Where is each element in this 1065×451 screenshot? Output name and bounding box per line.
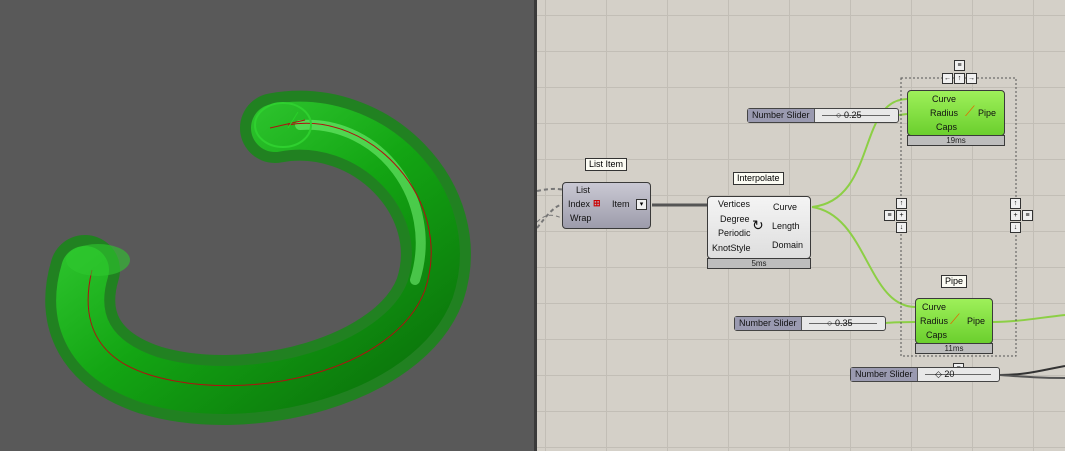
pipe-bottom-icon: ⟋ <box>950 311 960 327</box>
list-item-tag: List Item <box>585 158 628 171</box>
list-item-component[interactable]: List Index Wrap ⊞ Item ▾ <box>562 182 651 229</box>
pipe-top-component[interactable]: Curve Radius Caps ⟋ Pipe 19ms <box>907 90 1005 146</box>
pipe-top-right-arrow-icon[interactable]: → <box>966 73 977 84</box>
pipe-render <box>45 90 471 425</box>
interpolate-component[interactable]: Vertices Degree Periodic KnotStyle ↻ Cur… <box>707 196 811 269</box>
pipe-top-timing: 19ms <box>907 135 1005 146</box>
grasshopper-canvas[interactable]: List Item List Index Wrap ⊞ Item ▾ Inter… <box>537 0 1065 451</box>
list-item-menu-icon[interactable]: ▾ <box>636 199 647 210</box>
number-slider-radius-top[interactable]: Number Slider ○ 0.25 <box>747 108 899 123</box>
rhino-viewport[interactable] <box>0 0 534 451</box>
pipe-top-input-radius[interactable]: Radius <box>930 108 958 118</box>
inner-pipe <box>56 101 460 414</box>
pipe-bottom-input-caps[interactable]: Caps <box>926 330 947 340</box>
grip-up-icon[interactable]: ↑ <box>896 198 907 209</box>
list-item-input-list[interactable]: List <box>576 185 590 195</box>
grip-right-up-icon[interactable]: ↑ <box>1010 198 1021 209</box>
end-cap-bottom <box>66 244 130 276</box>
interpolate-output-curve[interactable]: Curve <box>773 202 797 212</box>
grip-down-icon[interactable]: ↓ <box>896 222 907 233</box>
pipe-top-icon: ⟋ <box>965 103 975 119</box>
list-item-icon: ⊞ <box>593 198 601 208</box>
interpolate-timing: 5ms <box>707 258 811 269</box>
number-slider-count[interactable]: Number Slider ◇ 20 <box>850 367 1000 382</box>
pipe-top-input-caps[interactable]: Caps <box>936 122 957 132</box>
interpolate-input-knotstyle[interactable]: KnotStyle <box>712 243 751 253</box>
list-item-input-index[interactable]: Index <box>568 199 590 209</box>
pipe-top-input-curve[interactable]: Curve <box>932 94 956 104</box>
grip-right-bars-icon[interactable]: ≡ <box>1022 210 1033 221</box>
pipe-top-output-pipe[interactable]: Pipe <box>978 108 996 118</box>
slider-value[interactable]: ○ 0.35 <box>827 317 852 330</box>
pipe-bottom-output-pipe[interactable]: Pipe <box>967 316 985 326</box>
grip-right-mid-icon[interactable]: + <box>1010 210 1021 221</box>
interpolate-icon: ↻ <box>752 217 764 233</box>
slider-value[interactable]: ◇ 20 <box>935 368 954 381</box>
pipe-top-left-arrow-icon[interactable]: ← <box>942 73 953 84</box>
slider-name: Number Slider <box>851 368 918 381</box>
slider-name: Number Slider <box>735 317 802 330</box>
slider-name: Number Slider <box>748 109 815 122</box>
pipe-bottom-timing: 11ms <box>915 343 993 354</box>
interpolate-input-degree[interactable]: Degree <box>720 214 750 224</box>
pipe-top-up-arrow-icon[interactable]: ↑ <box>954 73 965 84</box>
interpolate-output-domain[interactable]: Domain <box>772 240 803 250</box>
list-item-input-wrap[interactable]: Wrap <box>570 213 591 223</box>
pipe-bottom-tag: Pipe <box>941 275 968 288</box>
grip-mid-icon[interactable]: + <box>896 210 907 221</box>
interpolate-input-periodic[interactable]: Periodic <box>718 228 751 238</box>
grip-right-down-icon[interactable]: ↓ <box>1010 222 1021 233</box>
grip-left-icon[interactable]: ≡ <box>884 210 895 221</box>
interpolate-input-vertices[interactable]: Vertices <box>718 199 750 209</box>
pipe-bottom-input-curve[interactable]: Curve <box>922 302 946 312</box>
pipe-bottom-component[interactable]: Curve Radius Caps ⟋ Pipe 11ms <box>915 298 993 354</box>
number-slider-radius-bottom[interactable]: Number Slider ○ 0.35 <box>734 316 886 331</box>
pipe-top-grip-icon[interactable]: ≡ <box>954 60 965 71</box>
list-item-output-item[interactable]: Item <box>612 199 630 209</box>
interpolate-tag: Interpolate <box>733 172 784 185</box>
slider-value[interactable]: ○ 0.25 <box>836 109 861 122</box>
interpolate-output-length[interactable]: Length <box>772 221 800 231</box>
pipe-bottom-input-radius[interactable]: Radius <box>920 316 948 326</box>
